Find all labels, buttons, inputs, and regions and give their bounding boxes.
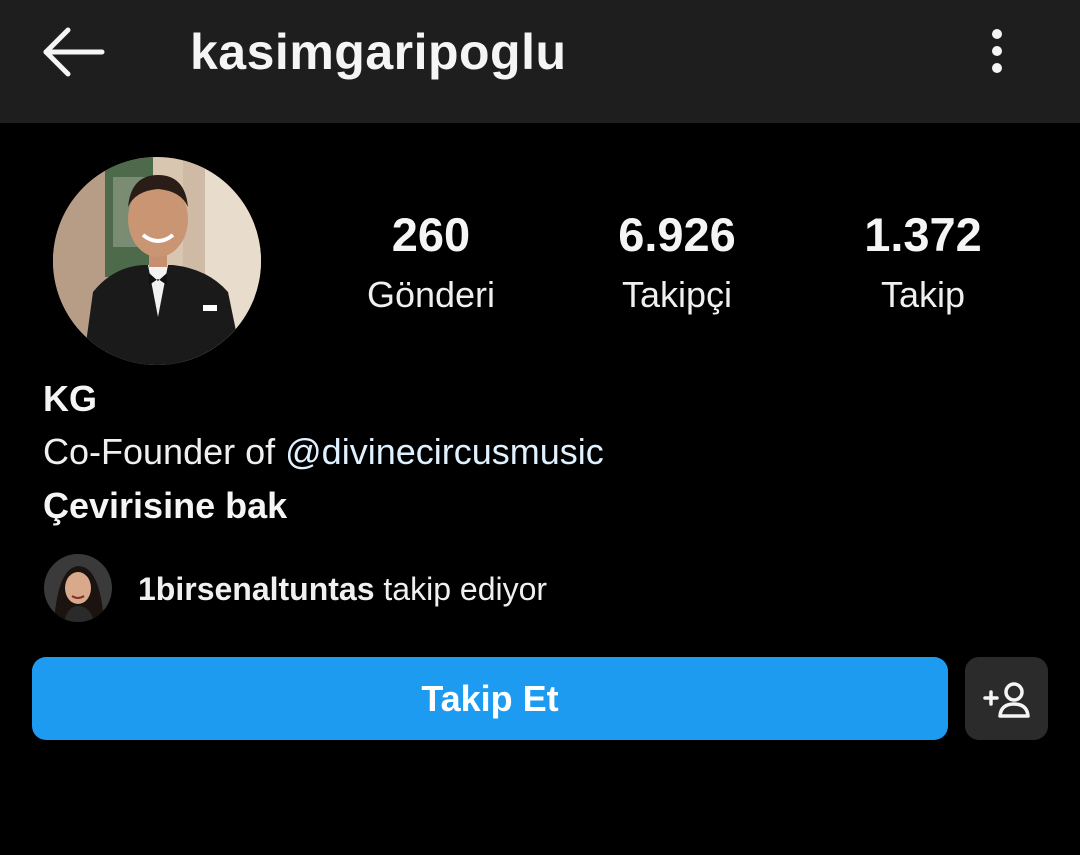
profile-bio: Co-Founder of @divinecircusmusic <box>43 428 604 476</box>
followed-by-text[interactable]: 1birsenaltuntas takip ediyor <box>138 566 547 612</box>
profile-avatar[interactable] <box>53 157 261 365</box>
mutual-follower-avatar[interactable] <box>44 554 112 622</box>
top-bar: kasimgaripoglu <box>0 0 1080 123</box>
profile-username-title: kasimgaripoglu <box>190 24 567 80</box>
posts-stat[interactable]: 260 Gönderi <box>321 205 541 325</box>
profile-name: KG <box>43 378 97 419</box>
vertical-dots-icon <box>992 29 1002 73</box>
followers-count: 6.926 <box>618 208 736 261</box>
following-count: 1.372 <box>864 208 982 261</box>
followed-by-suffix: takip ediyor <box>374 571 548 607</box>
following-label: Takip <box>880 274 966 315</box>
suggested-accounts-button[interactable] <box>965 657 1048 740</box>
follow-button[interactable]: Takip Et <box>32 657 948 740</box>
add-person-icon <box>983 682 1030 718</box>
followers-stat[interactable]: 6.926 Takipçi <box>567 205 787 325</box>
more-options-button[interactable] <box>975 22 1019 82</box>
following-stat[interactable]: 1.372 Takip <box>813 205 1033 325</box>
back-button[interactable] <box>38 22 108 82</box>
posts-count: 260 <box>391 208 471 261</box>
posts-label: Gönderi <box>366 274 496 315</box>
bio-text: Co-Founder of <box>43 431 286 472</box>
mutual-follower-username: 1birsenaltuntas <box>138 571 375 607</box>
bio-mention-link[interactable]: @divinecircusmusic <box>285 431 604 472</box>
see-translation-link[interactable]: Çevirisine bak <box>43 482 287 530</box>
followers-label: Takipçi <box>621 274 733 315</box>
arrow-left-icon <box>43 27 105 77</box>
